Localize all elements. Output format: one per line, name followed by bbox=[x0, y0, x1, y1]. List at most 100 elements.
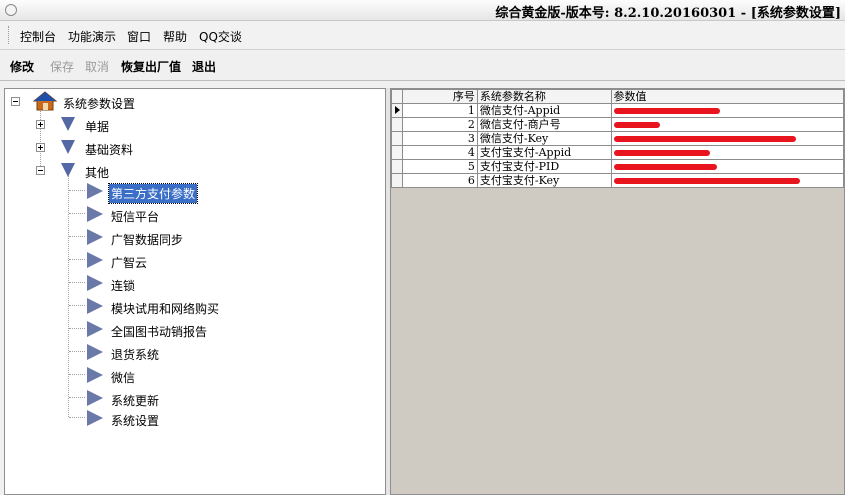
tree-child-returns[interactable]: 退货系统 bbox=[85, 343, 365, 363]
home-icon bbox=[33, 91, 57, 111]
expand-icon[interactable] bbox=[36, 143, 45, 152]
triangle-down-icon bbox=[61, 140, 75, 154]
triangle-right-icon bbox=[87, 275, 103, 291]
table-row[interactable]: 3 微信支付-Key bbox=[391, 131, 844, 146]
tree-child-label: 退货系统 bbox=[111, 348, 160, 362]
table-row[interactable]: 5 支付宝支付-PID bbox=[391, 159, 844, 174]
tree-child-system-update[interactable]: 系统更新 bbox=[85, 389, 365, 409]
tree-line bbox=[69, 328, 85, 329]
expand-icon[interactable] bbox=[36, 120, 45, 129]
cell-value[interactable] bbox=[610, 159, 844, 174]
tree-child-label: 系统设置 bbox=[111, 414, 160, 428]
settings-tree[interactable]: 系统参数设置 单据 基础资料 其他 第三方支付参数 短信平台 广智数据同步 广智… bbox=[4, 88, 386, 495]
table-row[interactable]: 4 支付宝支付-Appid bbox=[391, 145, 844, 160]
cell-no: 1 bbox=[401, 103, 478, 118]
tree-line bbox=[69, 282, 85, 283]
menu-qq-chat[interactable]: QQ交谈 bbox=[199, 28, 242, 45]
row-indicator bbox=[391, 131, 403, 146]
triangle-right-icon bbox=[87, 252, 103, 268]
parameter-table: 序号 系统参数名称 参数值 1 微信支付-Appid 2 微信支付-商户号 3 … bbox=[391, 89, 844, 188]
menu-demo[interactable]: 功能演示 bbox=[68, 28, 116, 45]
row-indicator bbox=[391, 173, 403, 188]
redacted-value bbox=[613, 164, 717, 170]
redacted-value bbox=[613, 108, 720, 114]
tree-child-system-settings[interactable]: 系统设置 bbox=[85, 409, 365, 429]
tree-line bbox=[69, 190, 85, 191]
row-indicator bbox=[391, 159, 403, 174]
tree-child-label-selected: 第三方支付参数 bbox=[107, 183, 199, 204]
window-circle-icon[interactable] bbox=[5, 4, 17, 16]
tree-child-third-party-payment[interactable]: 第三方支付参数 bbox=[85, 182, 365, 204]
tree-child-label: 系统更新 bbox=[111, 394, 160, 408]
triangle-right-icon bbox=[87, 206, 103, 222]
triangle-down-icon bbox=[61, 163, 75, 177]
column-header-name[interactable]: 系统参数名称 bbox=[476, 89, 612, 104]
cell-value[interactable] bbox=[610, 103, 844, 118]
tree-node-label: 其他 bbox=[85, 166, 110, 180]
triangle-right-icon bbox=[87, 367, 103, 383]
tree-child-cloud[interactable]: 广智云 bbox=[85, 251, 365, 271]
tree-node-other[interactable]: 其他 bbox=[9, 161, 209, 181]
triangle-right-icon bbox=[87, 344, 103, 360]
tree-child-label: 连锁 bbox=[111, 279, 136, 293]
tree-child-wechat[interactable]: 微信 bbox=[85, 366, 365, 386]
save-button[interactable]: 保存 bbox=[50, 58, 74, 75]
triangle-right-icon bbox=[87, 390, 103, 406]
tree-node-basic-data[interactable]: 基础资料 bbox=[9, 138, 209, 158]
cell-no: 4 bbox=[401, 145, 478, 160]
triangle-right-icon bbox=[87, 229, 103, 245]
menu-console[interactable]: 控制台 bbox=[20, 28, 56, 45]
column-header-value[interactable]: 参数值 bbox=[610, 89, 844, 104]
collapse-icon[interactable] bbox=[36, 166, 45, 175]
redacted-value bbox=[613, 178, 800, 184]
tree-child-label: 广智云 bbox=[111, 256, 148, 270]
table-row[interactable]: 1 微信支付-Appid bbox=[391, 103, 844, 118]
tree-line bbox=[69, 417, 85, 418]
tree-child-label: 模块试用和网络购买 bbox=[111, 302, 220, 316]
modify-button[interactable]: 修改 bbox=[10, 58, 34, 75]
tree-node-label: 单据 bbox=[85, 120, 110, 134]
triangle-right-icon bbox=[87, 183, 103, 199]
cell-no: 2 bbox=[401, 117, 478, 132]
menu-window[interactable]: 窗口 bbox=[127, 28, 151, 45]
tree-child-sales-report[interactable]: 全国图书动销报告 bbox=[85, 320, 365, 340]
tree-child-label: 广智数据同步 bbox=[111, 233, 184, 247]
cancel-button[interactable]: 取消 bbox=[85, 58, 109, 75]
cell-name: 支付宝支付-Appid bbox=[476, 145, 612, 160]
row-indicator-header bbox=[391, 89, 403, 104]
cell-value[interactable] bbox=[610, 145, 844, 160]
tree-line bbox=[69, 305, 85, 306]
triangle-right-icon bbox=[87, 298, 103, 314]
table-row[interactable]: 2 微信支付-商户号 bbox=[391, 117, 844, 132]
tree-line bbox=[69, 351, 85, 352]
tree-child-chain[interactable]: 连锁 bbox=[85, 274, 365, 294]
menu-help[interactable]: 帮助 bbox=[163, 28, 187, 45]
tree-child-label: 全国图书动销报告 bbox=[111, 325, 208, 339]
tree-node-documents[interactable]: 单据 bbox=[9, 115, 209, 135]
title-bar: 综合黄金版-版本号: 8.2.10.20160301 - [系统参数设置] bbox=[0, 0, 845, 21]
cell-value[interactable] bbox=[610, 173, 844, 188]
triangle-right-icon bbox=[87, 321, 103, 337]
tree-line bbox=[69, 213, 85, 214]
table-row[interactable]: 6 支付宝支付-Key bbox=[391, 173, 844, 188]
row-indicator bbox=[391, 103, 403, 118]
triangle-down-icon bbox=[61, 117, 75, 131]
cell-name: 微信支付-Key bbox=[476, 131, 612, 146]
tree-child-sms[interactable]: 短信平台 bbox=[85, 205, 365, 225]
parameter-grid[interactable]: 序号 系统参数名称 参数值 1 微信支付-Appid 2 微信支付-商户号 3 … bbox=[390, 88, 845, 495]
tree-child-data-sync[interactable]: 广智数据同步 bbox=[85, 228, 365, 248]
row-indicator bbox=[391, 145, 403, 160]
column-header-no[interactable]: 序号 bbox=[401, 89, 478, 104]
cell-no: 3 bbox=[401, 131, 478, 146]
cell-value[interactable] bbox=[610, 117, 844, 132]
tree-node-root[interactable]: 系统参数设置 bbox=[9, 91, 209, 112]
cell-value[interactable] bbox=[610, 131, 844, 146]
table-header-row: 序号 系统参数名称 参数值 bbox=[391, 89, 844, 104]
restore-defaults-button[interactable]: 恢复出厂值 bbox=[121, 58, 181, 75]
main-content: 系统参数设置 单据 基础资料 其他 第三方支付参数 短信平台 广智数据同步 广智… bbox=[0, 88, 845, 495]
exit-button[interactable]: 退出 bbox=[192, 58, 216, 75]
collapse-icon[interactable] bbox=[11, 97, 20, 106]
cell-no: 6 bbox=[401, 173, 478, 188]
tree-child-module-trial[interactable]: 模块试用和网络购买 bbox=[85, 297, 365, 317]
tree-line bbox=[69, 397, 85, 398]
